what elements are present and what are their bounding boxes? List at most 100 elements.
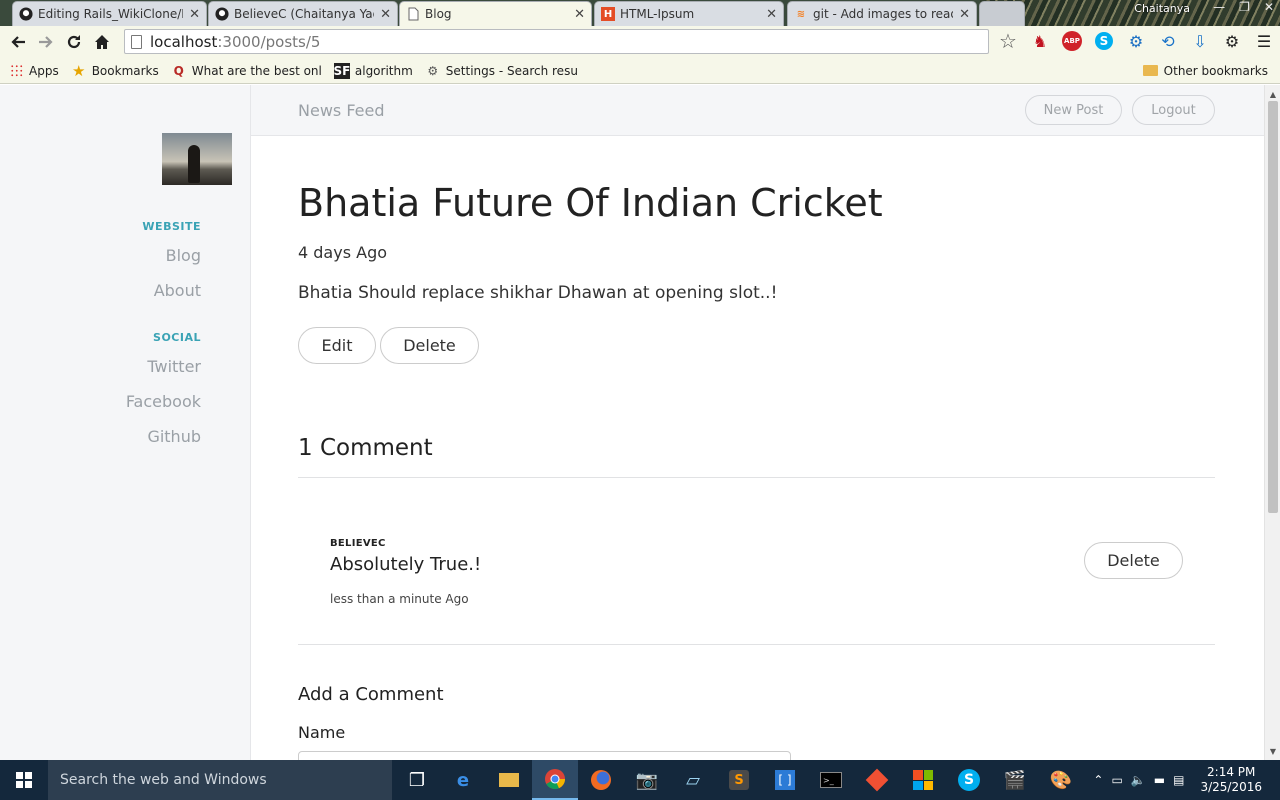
delete-post-button[interactable]: Delete: [380, 327, 479, 364]
folder-icon: [1143, 63, 1159, 79]
minimize-icon[interactable]: —: [1213, 0, 1225, 14]
page-scrollbar[interactable]: ▲ ▼: [1264, 85, 1280, 760]
taskbar-search[interactable]: Search the web and Windows: [48, 760, 392, 800]
scroll-down-icon[interactable]: ▼: [1265, 744, 1280, 758]
add-comment-heading: Add a Comment: [298, 684, 444, 705]
skype-icon[interactable]: S: [946, 760, 992, 800]
restore-icon[interactable]: ❐: [1239, 0, 1250, 14]
bookmark-label: What are the best onl: [191, 63, 322, 78]
network-icon[interactable]: ▭: [1111, 773, 1122, 787]
edge-icon[interactable]: e: [440, 760, 486, 800]
other-bookmarks[interactable]: Other bookmarks: [1143, 63, 1268, 79]
lastpass-icon[interactable]: ♞: [1028, 29, 1052, 53]
delete-comment-button[interactable]: Delete: [1084, 542, 1183, 579]
brackets-icon[interactable]: [ ]: [762, 760, 808, 800]
news-feed-link[interactable]: News Feed: [298, 101, 385, 120]
post-date: 4 days Ago: [298, 243, 388, 262]
sidebar-link-twitter[interactable]: Twitter: [147, 357, 201, 376]
reload-icon[interactable]: [60, 28, 88, 56]
adblock-plus-icon[interactable]: ABP: [1060, 29, 1084, 53]
bookmark-bookmarks[interactable]: ★ Bookmarks: [71, 61, 159, 80]
close-window-icon[interactable]: ✕: [1264, 0, 1274, 14]
extension-icons: ☆ ♞ ABP S ⚙ ⟲ ⇩ ⚙ ☰: [996, 29, 1276, 53]
bookmark-algorithm[interactable]: SF algorithm: [333, 62, 413, 79]
notifications-icon[interactable]: ▤: [1173, 773, 1184, 787]
tab-title: HTML-Ipsum: [620, 7, 695, 21]
terminal-icon[interactable]: >_: [808, 760, 854, 800]
git-icon[interactable]: [854, 760, 900, 800]
paint-icon[interactable]: 🎨: [1038, 760, 1084, 800]
menu-icon[interactable]: ☰: [1252, 29, 1276, 53]
tab-close-icon[interactable]: ✕: [959, 7, 970, 22]
bookmark-label: Bookmarks: [91, 63, 159, 78]
new-tab-button[interactable]: [979, 1, 1025, 26]
comment-author: BELIEVEC: [330, 538, 386, 549]
tab-html-ipsum[interactable]: H HTML-Ipsum ✕: [594, 1, 784, 26]
task-view-icon[interactable]: ❐: [394, 760, 440, 800]
sidebar-link-facebook[interactable]: Facebook: [126, 392, 201, 411]
chrome-icon[interactable]: [532, 760, 578, 800]
office-icon[interactable]: [900, 760, 946, 800]
sidebar-link-about[interactable]: About: [154, 281, 201, 300]
url-path: :3000/posts/5: [217, 32, 321, 51]
page-viewport: WEBSITE Blog About SOCIAL Twitter Facebo…: [0, 85, 1264, 760]
logout-button[interactable]: Logout: [1132, 95, 1215, 125]
file-explorer-icon[interactable]: [486, 760, 532, 800]
edit-post-button[interactable]: Edit: [298, 327, 376, 364]
history-icon[interactable]: ⟲: [1156, 29, 1180, 53]
back-icon[interactable]: [4, 28, 32, 56]
clock-time: 2:14 PM: [1207, 765, 1256, 779]
scroll-up-icon[interactable]: ▲: [1265, 87, 1280, 101]
firefox-icon[interactable]: [578, 760, 624, 800]
bookmark-apps[interactable]: Apps: [8, 63, 59, 79]
tab-close-icon[interactable]: ✕: [574, 7, 585, 22]
bookmarks-bar: Apps ★ Bookmarks Q What are the best onl…: [0, 58, 1280, 84]
tab-title: BelieveC (Chaitanya Yadav: [234, 7, 374, 21]
sidebar-heading-social: SOCIAL: [153, 331, 201, 344]
system-tray: ⌃ ▭ 🔈 ▬ ▤ 2:14 PM 3/25/2016: [1093, 760, 1280, 800]
notepad-icon[interactable]: ▱: [670, 760, 716, 800]
scroll-thumb[interactable]: [1268, 101, 1278, 513]
downloads-icon[interactable]: ⇩: [1188, 29, 1212, 53]
movie-maker-icon[interactable]: 🎬: [992, 760, 1038, 800]
new-post-button[interactable]: New Post: [1025, 95, 1122, 125]
camera-icon[interactable]: 📷: [624, 760, 670, 800]
tab-git-images[interactable]: ≋ git - Add images to readm ✕: [787, 1, 977, 26]
settings-gear-icon[interactable]: ⚙: [1220, 29, 1244, 53]
skype-icon[interactable]: S: [1092, 29, 1116, 53]
home-icon[interactable]: [88, 28, 116, 56]
profile-name[interactable]: Chaitanya: [1134, 2, 1190, 15]
extension-robot-icon[interactable]: ⚙: [1124, 29, 1148, 53]
top-nav-bar: News Feed New Post Logout: [251, 85, 1264, 136]
sidebar-link-github[interactable]: Github: [147, 427, 201, 446]
browser-toolbar: localhost:3000/posts/5 ☆ ♞ ABP S ⚙ ⟲ ⇩ ⚙…: [0, 26, 1280, 58]
name-field-label: Name: [298, 723, 346, 742]
tab-editing-rails[interactable]: Editing Rails_WikiClone/RI ✕: [12, 1, 207, 26]
tab-close-icon[interactable]: ✕: [380, 7, 391, 22]
battery-icon[interactable]: ▬: [1154, 773, 1165, 787]
tab-blog[interactable]: Blog ✕: [399, 1, 592, 26]
tab-close-icon[interactable]: ✕: [189, 7, 200, 22]
sublime-text-icon[interactable]: S: [716, 760, 762, 800]
apps-grid-icon: [8, 63, 24, 79]
bookmark-settings[interactable]: ⚙ Settings - Search resu: [425, 63, 578, 79]
window-controls: — ❐ ✕: [1213, 0, 1274, 14]
address-bar[interactable]: localhost:3000/posts/5: [124, 29, 989, 54]
start-button[interactable]: [0, 760, 48, 800]
star-icon: ★: [71, 61, 86, 80]
bookmark-star-icon[interactable]: ☆: [996, 29, 1020, 53]
bookmark-quora[interactable]: Q What are the best onl: [171, 63, 322, 79]
sidebar-heading-website: WEBSITE: [142, 220, 201, 233]
browser-tabstrip: Editing Rails_WikiClone/RI ✕ BelieveC (C…: [0, 0, 1280, 26]
forward-icon[interactable]: [32, 28, 60, 56]
tab-believec[interactable]: BelieveC (Chaitanya Yadav ✕: [208, 1, 398, 26]
name-field[interactable]: [298, 751, 791, 760]
system-clock[interactable]: 2:14 PM 3/25/2016: [1200, 765, 1262, 795]
sidebar-link-blog[interactable]: Blog: [166, 246, 201, 265]
tab-close-icon[interactable]: ✕: [766, 7, 777, 22]
tab-title: Editing Rails_WikiClone/RI: [38, 7, 184, 21]
gear-icon: ⚙: [427, 63, 439, 78]
volume-icon[interactable]: 🔈: [1131, 773, 1146, 787]
tray-chevron-icon[interactable]: ⌃: [1093, 773, 1103, 787]
page-info-icon[interactable]: [131, 34, 142, 49]
